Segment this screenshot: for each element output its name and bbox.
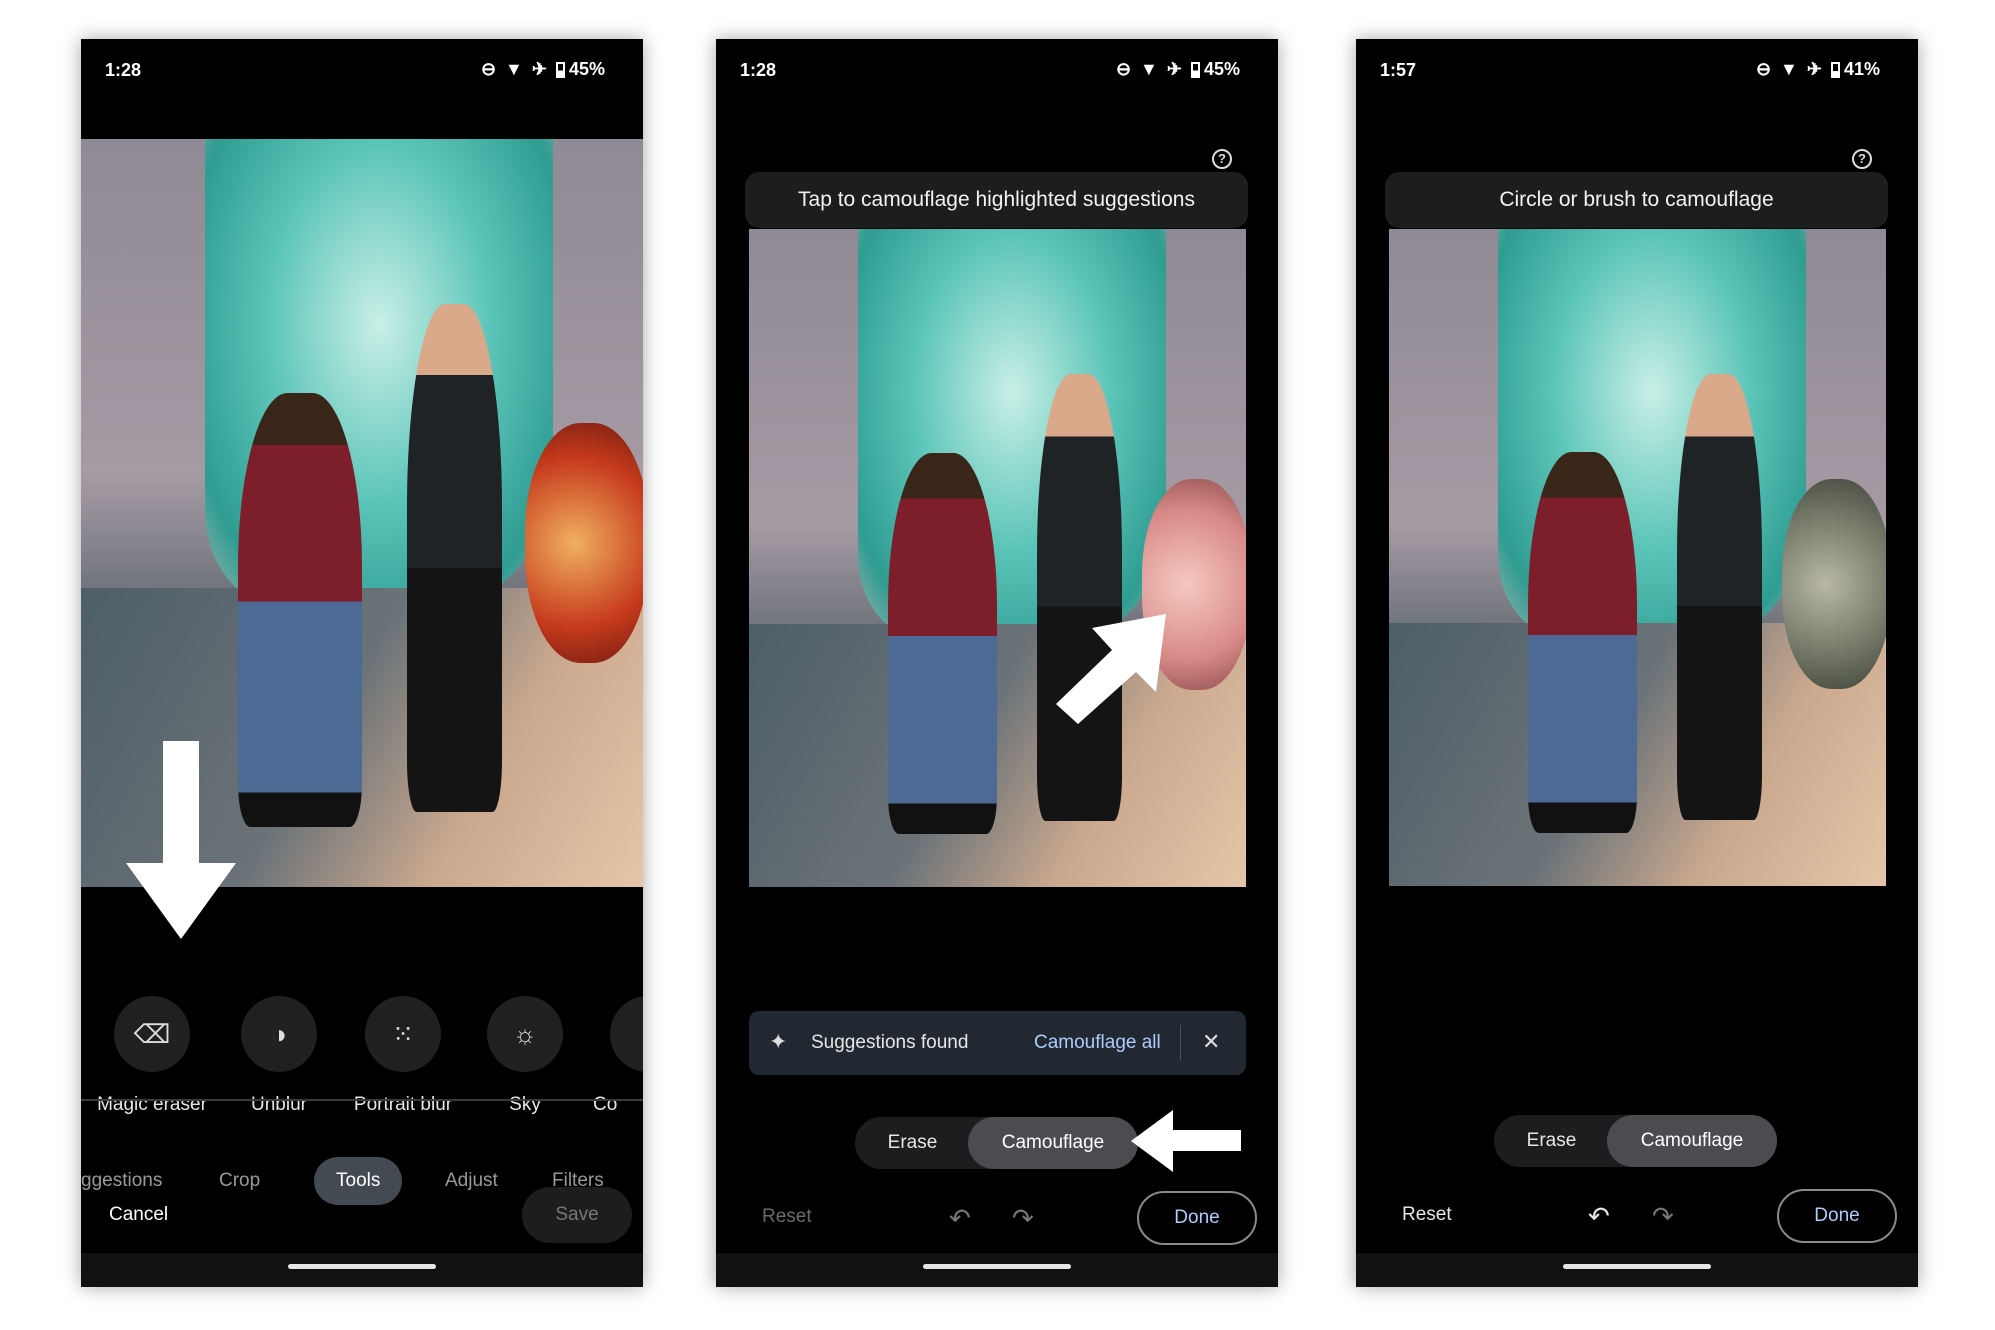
tool-unblur[interactable]: ◑ Unblur xyxy=(224,996,334,1116)
status-icons: ⊖ ▼ ✈ 45% xyxy=(1116,59,1240,80)
color-icon xyxy=(610,996,643,1072)
unblur-icon: ◑ xyxy=(241,996,317,1072)
tool-magic-eraser[interactable]: ⌫ Magic eraser xyxy=(97,996,207,1116)
status-icons: ⊖ ▼ ✈ 45% xyxy=(481,59,605,80)
done-button[interactable]: Done xyxy=(1137,1191,1257,1245)
battery-icon xyxy=(1830,61,1840,78)
tab-adjust[interactable]: Adjust xyxy=(423,1157,520,1205)
status-time: 1:28 xyxy=(105,60,142,80)
phone-screen-suggestions: 1:28 ⊖ ▼ ✈ 45% ? Tap to camouflage highl… xyxy=(716,39,1278,1287)
home-indicator[interactable] xyxy=(923,1264,1071,1269)
dnd-icon: ⊖ xyxy=(1115,59,1132,79)
done-button[interactable]: Done xyxy=(1777,1189,1897,1243)
cancel-button[interactable]: Cancel xyxy=(109,1204,168,1226)
camouflage-option[interactable]: Camouflage xyxy=(968,1117,1138,1169)
tab-tools[interactable]: Tools xyxy=(314,1157,403,1205)
annotation-arrow-down-icon xyxy=(126,741,236,939)
reset-button[interactable]: Reset xyxy=(1402,1204,1452,1226)
battery-percent: 45% xyxy=(568,59,605,79)
help-icon[interactable]: ? xyxy=(1212,149,1232,169)
battery-icon xyxy=(1190,61,1200,78)
redo-icon[interactable]: ↷ xyxy=(1012,1203,1034,1234)
undo-icon[interactable]: ↶ xyxy=(1588,1201,1610,1232)
airplane-icon: ✈ xyxy=(531,59,547,79)
airplane-icon: ✈ xyxy=(1806,59,1822,79)
airplane-icon: ✈ xyxy=(1166,59,1182,79)
redo-icon[interactable]: ↷ xyxy=(1652,1201,1674,1232)
dnd-icon: ⊖ xyxy=(1755,59,1772,79)
annotation-arrow-left-icon xyxy=(1131,1110,1241,1172)
tool-sky[interactable]: ☼ Sky xyxy=(470,996,580,1116)
wifi-icon: ▼ xyxy=(505,59,523,79)
suggestions-text: Suggestions found xyxy=(811,1032,969,1053)
home-indicator[interactable] xyxy=(288,1264,436,1269)
tab-crop[interactable]: Crop xyxy=(197,1157,282,1205)
mode-toggle: Erase Camouflage xyxy=(1494,1115,1777,1167)
hint-banner: Tap to camouflage highlighted suggestion… xyxy=(745,172,1248,228)
dnd-icon: ⊖ xyxy=(480,59,497,79)
tool-color[interactable]: Co xyxy=(593,996,643,1116)
annotation-arrow-diagonal-icon xyxy=(1056,614,1166,724)
status-time: 1:57 xyxy=(1380,60,1417,80)
save-button[interactable]: Save xyxy=(522,1187,632,1243)
help-icon[interactable]: ? xyxy=(1852,149,1872,169)
sky-icon: ☼ xyxy=(487,996,563,1072)
eraser-icon: ⌫ xyxy=(114,996,190,1072)
phone-screen-tools: 1:28 ⊖ ▼ ✈ 45% ⌫ Magic eraser ◑ Unblur ⁙ Po… xyxy=(81,39,643,1287)
hint-banner: Circle or brush to camouflage xyxy=(1385,172,1888,228)
photo[interactable] xyxy=(749,229,1246,887)
wifi-icon: ▼ xyxy=(1780,59,1798,79)
photo[interactable] xyxy=(1389,229,1886,886)
erase-option[interactable]: Erase xyxy=(855,1117,970,1169)
home-indicator[interactable] xyxy=(1563,1264,1711,1269)
battery-percent: 45% xyxy=(1203,59,1240,79)
battery-percent: 41% xyxy=(1843,59,1880,79)
camouflage-all-button[interactable]: Camouflage all xyxy=(1034,1032,1161,1054)
status-icons: ⊖ ▼ ✈ 41% xyxy=(1756,59,1880,80)
tab-suggestions[interactable]: ggestions xyxy=(81,1157,184,1205)
sparkle-icon: ✦ xyxy=(769,1029,788,1054)
undo-icon[interactable]: ↶ xyxy=(949,1203,971,1234)
divider xyxy=(81,1099,643,1101)
status-time: 1:28 xyxy=(740,60,777,80)
tool-portrait-blur[interactable]: ⁙ Portrait blur xyxy=(348,996,458,1116)
suggestions-bar: ✦ Suggestions found Camouflage all ✕ xyxy=(749,1011,1246,1075)
wifi-icon: ▼ xyxy=(1140,59,1158,79)
erase-option[interactable]: Erase xyxy=(1494,1115,1609,1167)
camouflage-option[interactable]: Camouflage xyxy=(1607,1115,1777,1167)
close-icon[interactable]: ✕ xyxy=(1202,1029,1220,1055)
mode-toggle: Erase Camouflage xyxy=(855,1117,1138,1169)
portrait-blur-icon: ⁙ xyxy=(365,996,441,1072)
reset-button[interactable]: Reset xyxy=(762,1206,812,1228)
phone-screen-brush: 1:57 ⊖ ▼ ✈ 41% ? Circle or brush to camo… xyxy=(1356,39,1918,1287)
battery-icon xyxy=(555,61,565,78)
